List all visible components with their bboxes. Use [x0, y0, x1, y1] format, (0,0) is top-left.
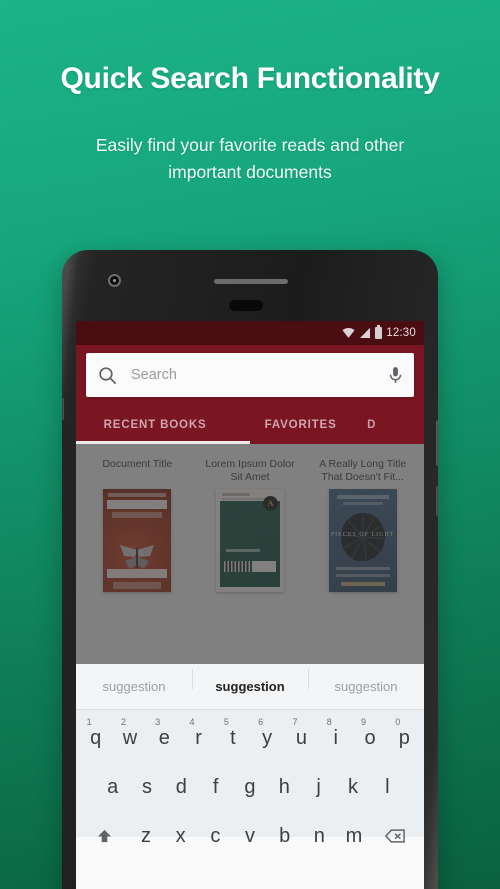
key-b[interactable]: b: [268, 817, 302, 855]
phone-mockup: 12:30 RECENT BOOKS FAVORITES D: [62, 250, 438, 889]
promo-header: Quick Search Functionality Easily find y…: [0, 0, 500, 185]
key-label: r: [195, 726, 202, 749]
search-input[interactable]: [131, 367, 389, 383]
volume-button[interactable]: [436, 486, 438, 516]
key-num-8: 8: [326, 717, 332, 727]
search-bar[interactable]: [86, 353, 414, 397]
key-x[interactable]: x: [164, 817, 198, 855]
phone-top-hardware: [62, 250, 438, 321]
key-label: e: [158, 726, 170, 749]
content-scrim-overlay: [76, 444, 424, 664]
phone-screen: 12:30 RECENT BOOKS FAVORITES D: [76, 321, 424, 889]
key-o[interactable]: 9o: [353, 717, 386, 757]
status-bar: 12:30: [76, 321, 424, 345]
key-num-9: 9: [361, 717, 367, 727]
tab-recent-books[interactable]: RECENT BOOKS: [76, 406, 234, 444]
key-u[interactable]: 7u: [285, 717, 318, 757]
key-f[interactable]: f: [199, 768, 232, 806]
signal-icon: [360, 328, 371, 338]
tab-favorites[interactable]: FAVORITES: [234, 406, 367, 444]
key-v[interactable]: v: [233, 817, 267, 855]
key-label: t: [230, 726, 236, 749]
key-j[interactable]: j: [302, 768, 335, 806]
wifi-icon: [342, 328, 355, 338]
suggestion-bar: suggestion suggestion suggestion: [76, 664, 424, 710]
keyboard-row-3: z x c v b n m: [79, 817, 421, 855]
key-num-6: 6: [258, 717, 264, 727]
page-title: Quick Search Functionality: [60, 62, 440, 95]
key-y[interactable]: 6y: [251, 717, 284, 757]
key-shift[interactable]: [81, 817, 128, 855]
key-label: p: [398, 726, 410, 749]
key-d[interactable]: d: [165, 768, 198, 806]
key-q[interactable]: 1q: [79, 717, 112, 757]
key-c[interactable]: c: [198, 817, 232, 855]
key-i[interactable]: 8i: [319, 717, 352, 757]
key-s[interactable]: s: [130, 768, 163, 806]
suggestion-item[interactable]: suggestion: [76, 679, 192, 694]
battery-icon: [375, 325, 383, 339]
power-button[interactable]: [436, 420, 438, 466]
keyboard-row-1: 1q 2w 3e 4r 5t 6y 7u 8i 9o 0p: [79, 717, 421, 757]
key-num-2: 2: [120, 717, 126, 727]
search-toolbar: [76, 345, 424, 406]
key-p[interactable]: 0p: [388, 717, 421, 757]
key-label: y: [262, 726, 273, 749]
key-num-1: 1: [86, 717, 92, 727]
key-label: u: [295, 726, 307, 749]
suggestion-item-active[interactable]: suggestion: [192, 669, 308, 694]
key-label: o: [364, 726, 376, 749]
search-icon[interactable]: [98, 366, 117, 385]
virtual-keyboard: 1q 2w 3e 4r 5t 6y 7u 8i 9o 0p a s d f g …: [76, 710, 424, 847]
key-num-4: 4: [189, 717, 195, 727]
key-m[interactable]: m: [337, 817, 371, 855]
key-label: w: [122, 726, 138, 749]
microphone-icon[interactable]: [389, 366, 402, 385]
key-num-3: 3: [155, 717, 161, 727]
backspace-icon: [385, 829, 406, 843]
front-camera-icon: [108, 274, 121, 287]
proximity-sensor: [229, 300, 263, 311]
tab-documents[interactable]: D: [367, 406, 424, 444]
key-h[interactable]: h: [268, 768, 301, 806]
key-e[interactable]: 3e: [148, 717, 181, 757]
key-t[interactable]: 5t: [216, 717, 249, 757]
key-k[interactable]: k: [336, 768, 369, 806]
key-label: i: [333, 726, 338, 749]
key-num-7: 7: [292, 717, 298, 727]
key-a[interactable]: a: [96, 768, 129, 806]
key-num-5: 5: [223, 717, 229, 727]
key-g[interactable]: g: [233, 768, 266, 806]
key-n[interactable]: n: [303, 817, 337, 855]
key-z[interactable]: z: [129, 817, 163, 855]
tab-bar: RECENT BOOKS FAVORITES D: [76, 406, 424, 444]
status-bar-time: 12:30: [386, 327, 416, 339]
key-w[interactable]: 2w: [113, 717, 146, 757]
keyboard-row-2: a s d f g h j k l: [79, 768, 421, 806]
key-l[interactable]: l: [371, 768, 404, 806]
earpiece-speaker: [214, 279, 288, 284]
shift-icon: [98, 829, 112, 843]
promo-subtitle: Easily find your favorite reads and othe…: [95, 135, 405, 182]
key-backspace[interactable]: [372, 817, 419, 855]
key-num-0: 0: [395, 717, 401, 727]
key-label: q: [90, 726, 102, 749]
book-shelf-area: Document Title: [76, 444, 424, 664]
key-r[interactable]: 4r: [182, 717, 215, 757]
suggestion-item[interactable]: suggestion: [308, 669, 424, 694]
status-bar-icons: [342, 325, 383, 339]
left-side-button[interactable]: [62, 398, 64, 420]
